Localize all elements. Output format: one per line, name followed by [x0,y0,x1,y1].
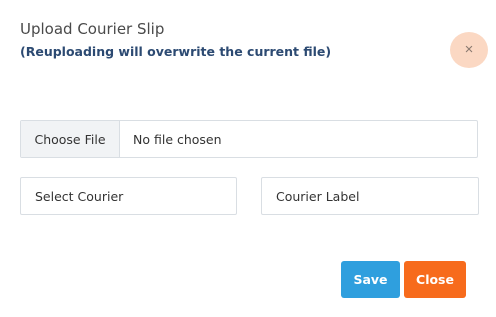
close-icon[interactable]: × [450,32,488,68]
choose-file-button[interactable]: Choose File [21,121,120,157]
file-status-text: No file chosen [133,131,222,147]
upload-courier-slip-modal: Upload Courier Slip (Reuploading will ov… [0,0,496,317]
courier-select-value: Select Courier [35,188,124,204]
file-input[interactable]: Choose File No file chosen [20,120,478,158]
modal-subtitle: (Reuploading will overwrite the current … [20,44,332,59]
courier-select[interactable]: Select Courier [20,177,237,215]
courier-label-input[interactable] [261,177,479,215]
save-button[interactable]: Save [341,261,400,298]
modal-title: Upload Courier Slip [20,20,165,38]
close-button[interactable]: Close [404,261,466,298]
